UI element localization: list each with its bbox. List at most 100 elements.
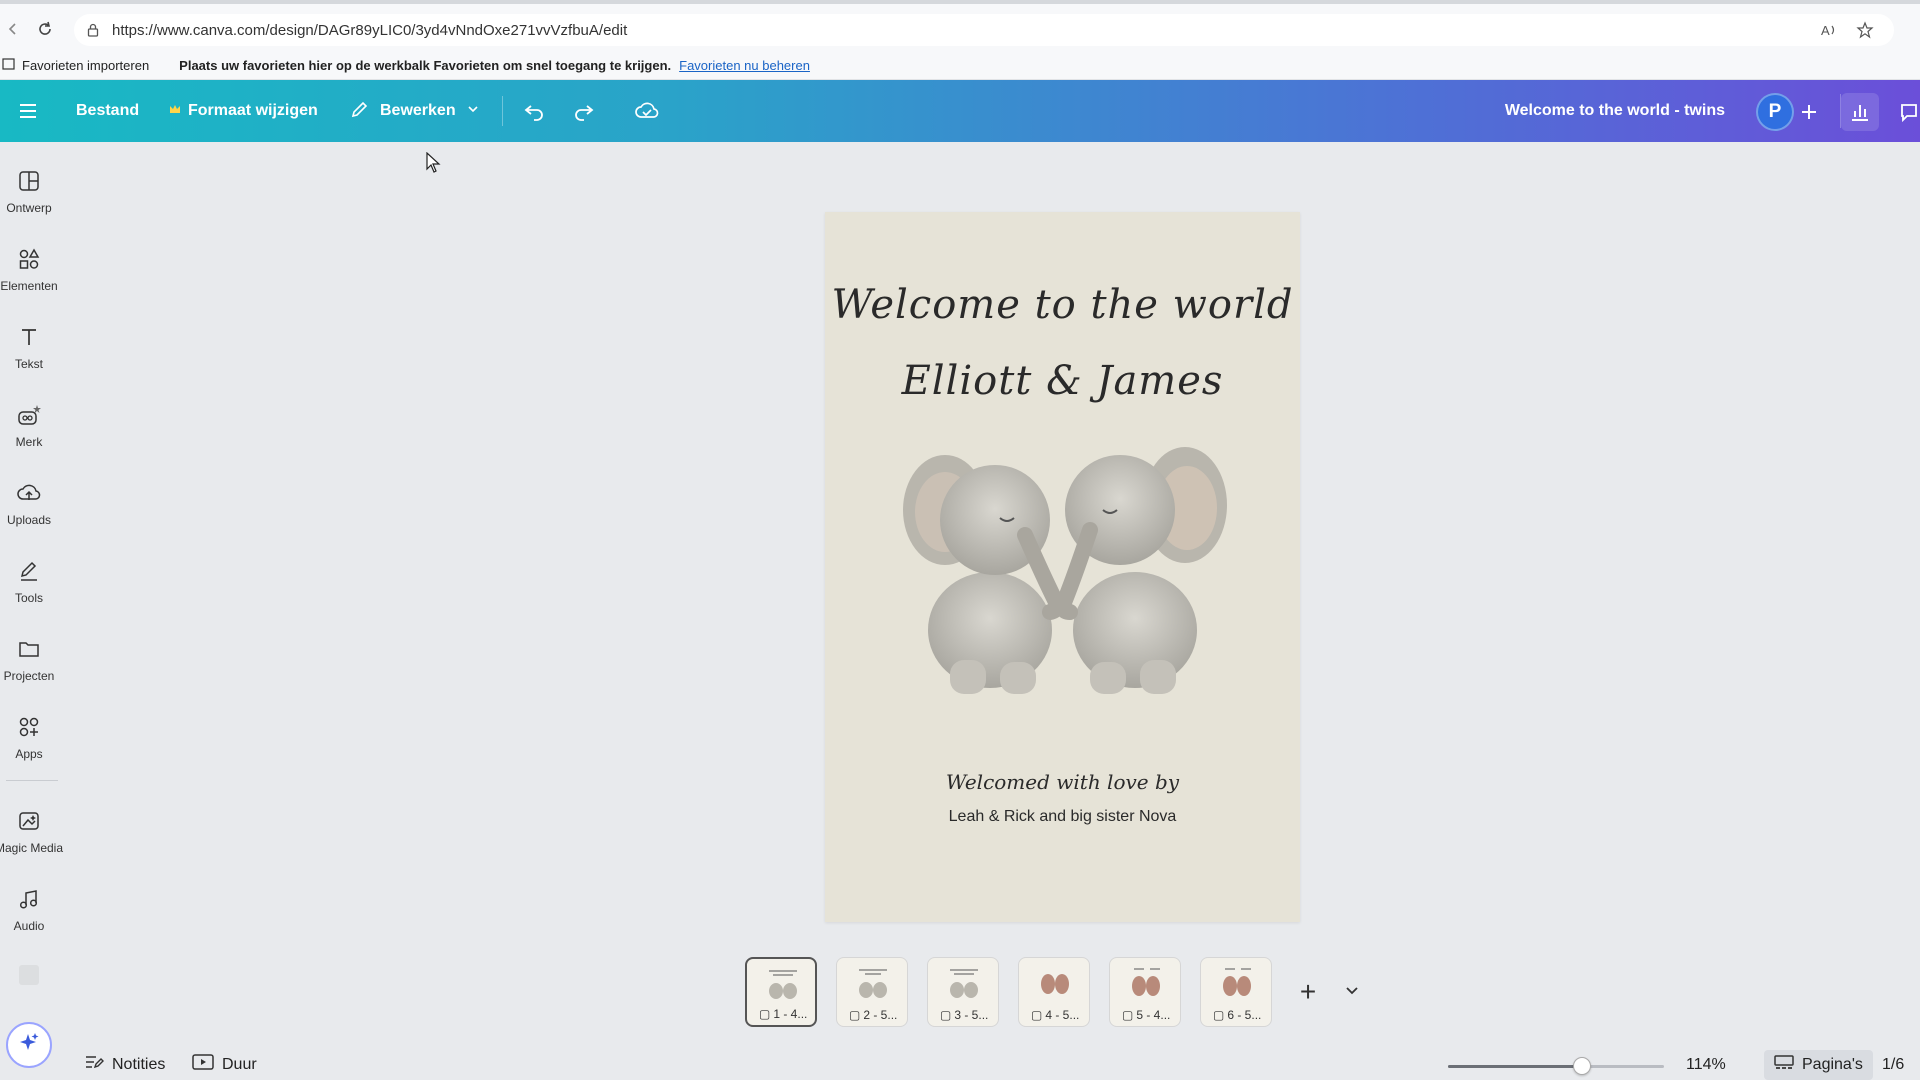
pencil-icon [350,99,370,124]
svg-text:A: A [1821,23,1830,38]
page-icon: ▢ [1213,1008,1225,1022]
headline-line-2[interactable]: Elliott & James [825,358,1300,404]
sidebar-item-audio[interactable]: Audio [0,886,58,933]
add-collaborator-icon[interactable] [1790,93,1828,131]
resize-button[interactable]: Formaat wijzigen [168,80,318,142]
page-thumbnail-1[interactable]: ▢ 1 - 4... [745,957,817,1027]
zoom-slider-handle[interactable] [1572,1057,1591,1075]
file-menu-button[interactable]: Bestand [76,80,139,142]
chevron-down-icon [466,102,480,121]
page-icon: ▢ [849,1008,861,1022]
notes-icon [84,1053,104,1076]
sidebar-item-label: Magic Media [0,841,64,855]
mouse-cursor-icon [426,151,442,174]
page-icon: ▢ [759,1007,771,1021]
text-icon [16,324,42,350]
thumbnail-preview-icon [1223,968,1251,996]
pages-view-button[interactable]: Pagina's [1764,1050,1873,1080]
twin-elephants-illustration[interactable] [895,440,1235,700]
magic-media-icon [16,808,42,834]
sidebar-item-design[interactable]: Ontwerp [0,168,58,215]
import-icon [2,57,16,74]
page-thumbnail-5[interactable]: ▢ 5 - 4... [1109,957,1181,1027]
sidebar-item-text[interactable]: Tekst [0,324,58,371]
sidebar-item-label: Apps [15,747,43,761]
favorite-star-icon[interactable] [1856,21,1874,44]
thumbnail-preview-icon [769,970,797,999]
recent-design-icon[interactable] [16,962,42,988]
sidebar-divider [6,780,58,781]
sidebar-item-elements[interactable]: Elementen [0,246,58,293]
pen-icon [16,558,42,584]
duration-label: Duur [222,1055,257,1073]
sidebar-item-label: Ontwerp [6,201,52,215]
editor-topbar: Bestand Formaat wijzigen Bewerken Welcom… [0,80,1920,142]
url-text[interactable]: https://www.canva.com/design/DAGr89yLIC0… [112,22,627,39]
duration-button[interactable]: Duur [192,1053,257,1076]
left-sidebar: Ontwerp Elementen Tekst Merk Uploads Too… [0,142,63,1080]
favorites-message: Plaats uw favorieten hier op de werkbalk… [179,58,672,73]
comment-icon[interactable] [1890,93,1920,131]
menu-icon[interactable] [16,99,40,123]
headline-line-1[interactable]: Welcome to the world [825,282,1300,328]
page-thumbnail-4[interactable]: ▢ 4 - 5... [1018,957,1090,1027]
user-avatar[interactable]: P [1756,93,1794,131]
thumbnail-preview-icon [859,969,887,998]
thumbnail-text: 3 - 5... [954,1008,989,1022]
back-icon[interactable] [0,16,26,42]
toolbar-divider [502,96,503,126]
design-title[interactable]: Welcome to the world - twins [1505,80,1725,142]
add-page-button[interactable]: + [1288,970,1328,1014]
edit-mode-button[interactable]: Bewerken [350,80,480,142]
zoom-level[interactable]: 114% [1686,1056,1726,1074]
folder-icon [16,636,42,662]
read-aloud-icon[interactable]: A [1820,21,1838,44]
page-thumbnail-6[interactable]: ▢ 6 - 5... [1200,957,1272,1027]
chevron-down-icon [1344,982,1360,1003]
thumbnail-label: ▢ 2 - 5... [849,1008,897,1022]
undo-icon[interactable] [521,98,547,124]
page-thumbnail-2[interactable]: ▢ 2 - 5... [836,957,908,1027]
redo-icon[interactable] [571,98,597,124]
brand-icon [16,402,42,428]
design-page[interactable]: Welcome to the world Elliott & James Wel… [825,212,1300,922]
crown-icon [168,102,182,121]
thumbnail-text: 2 - 5... [863,1008,898,1022]
reload-icon[interactable] [32,16,58,42]
notes-button[interactable]: Notities [84,1053,165,1076]
address-bar[interactable]: https://www.canva.com/design/DAGr89yLIC0… [74,14,1894,46]
sidebar-item-label: Tekst [14,357,43,371]
thumbnail-label: ▢ 5 - 4... [1122,1008,1170,1022]
thumbnail-text: 6 - 5... [1227,1008,1262,1022]
thumbnail-preview-icon [950,969,978,998]
expand-pages-button[interactable] [1332,970,1372,1014]
timer-icon [192,1053,214,1076]
welcomed-by-text[interactable]: Welcomed with love by [825,770,1300,794]
thumbnail-text: 4 - 5... [1045,1008,1080,1022]
lock-icon [86,22,102,38]
page-icon: ▢ [1031,1008,1043,1022]
sidebar-item-tools[interactable]: Tools [0,558,58,605]
notes-label: Notities [112,1055,166,1073]
thumbnail-preview-icon [1041,974,1069,994]
favorites-import-button[interactable]: Favorieten importeren [0,57,149,74]
sidebar-item-projects[interactable]: Projecten [0,636,58,683]
family-names-text[interactable]: Leah & Rick and big sister Nova [825,808,1300,826]
favorites-manage-link[interactable]: Favorieten nu beheren [679,58,810,73]
thumbnail-text: 1 - 4... [773,1007,808,1021]
zoom-slider-fill [1448,1065,1582,1068]
thumbnail-text: 5 - 4... [1136,1008,1171,1022]
sidebar-item-label: Tools [14,591,43,605]
apps-icon [16,714,42,740]
sidebar-item-brand[interactable]: Merk [0,402,58,449]
sidebar-item-apps[interactable]: Apps [0,714,58,761]
sidebar-item-magic-media[interactable]: Magic Media [0,808,63,855]
plus-icon: + [1299,976,1317,1007]
music-icon [16,886,42,912]
sidebar-item-uploads[interactable]: Uploads [0,480,58,527]
cloud-save-icon[interactable] [634,98,660,124]
insights-chart-icon[interactable] [1841,93,1879,131]
page-thumbnail-3[interactable]: ▢ 3 - 5... [927,957,999,1027]
zoom-slider[interactable] [1448,1057,1664,1075]
thumbnail-preview-icon [1132,968,1160,996]
